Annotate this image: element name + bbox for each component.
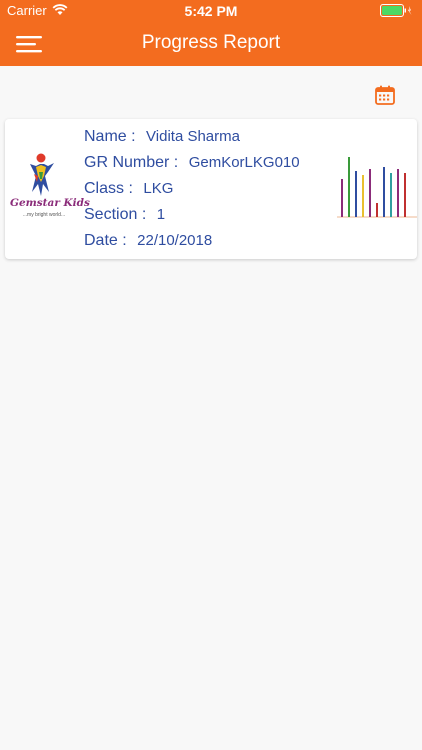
field-gr-number: GR Number : GemKorLKG010 — [84, 153, 300, 179]
logo-tagline: ...my bright world... — [22, 212, 66, 218]
thumbnail-bar — [404, 173, 406, 217]
thumbnail-bar — [383, 167, 385, 217]
field-value: 1 — [156, 206, 166, 223]
field-label: GR Number : — [84, 154, 179, 171]
field-value: 22/10/2018 — [137, 232, 213, 249]
field-label: Section : — [84, 206, 147, 223]
page-title: Progress Report — [141, 32, 281, 53]
thumbnail-bar — [376, 203, 378, 217]
progress-chart-thumbnail — [337, 157, 417, 218]
thumbnail-bar — [397, 169, 399, 217]
navigation-bar: Carrier 5:42 PM Progress Report — [0, 0, 422, 66]
logo-brand-text: Gemstar Kids — [10, 197, 90, 209]
field-name: Name : Vidita Sharma — [84, 127, 300, 153]
field-value: GemKorLKG010 — [188, 154, 300, 171]
thumbnail-bar — [362, 175, 364, 217]
field-value: Vidita Sharma — [146, 128, 240, 145]
school-logo: Gemstar Kids ...my bright world... — [10, 152, 90, 224]
calendar-icon[interactable] — [374, 84, 396, 106]
field-label: Date : — [84, 232, 127, 249]
field-label: Class : — [84, 180, 133, 197]
star-kid-icon — [30, 153, 54, 196]
student-details: Name : Vidita Sharma GR Number : GemKorL… — [84, 127, 300, 257]
field-value: LKG — [143, 180, 174, 197]
field-date: Date : 22/10/2018 — [84, 231, 300, 257]
progress-report-card[interactable]: Gemstar Kids ...my bright world... Name … — [5, 119, 417, 259]
status-bar: Carrier 5:42 PM — [0, 0, 422, 22]
field-label: Name : — [84, 128, 136, 145]
thumbnail-bar — [348, 157, 350, 217]
field-class: Class : LKG — [84, 179, 300, 205]
thumbnail-bar — [390, 173, 392, 217]
thumbnail-bar — [355, 171, 357, 217]
thumbnail-bar — [341, 179, 343, 217]
thumbnail-bar — [369, 169, 371, 217]
status-time: 5:42 PM — [184, 3, 238, 19]
field-section: Section : 1 — [84, 205, 300, 231]
battery-icon — [380, 4, 412, 17]
